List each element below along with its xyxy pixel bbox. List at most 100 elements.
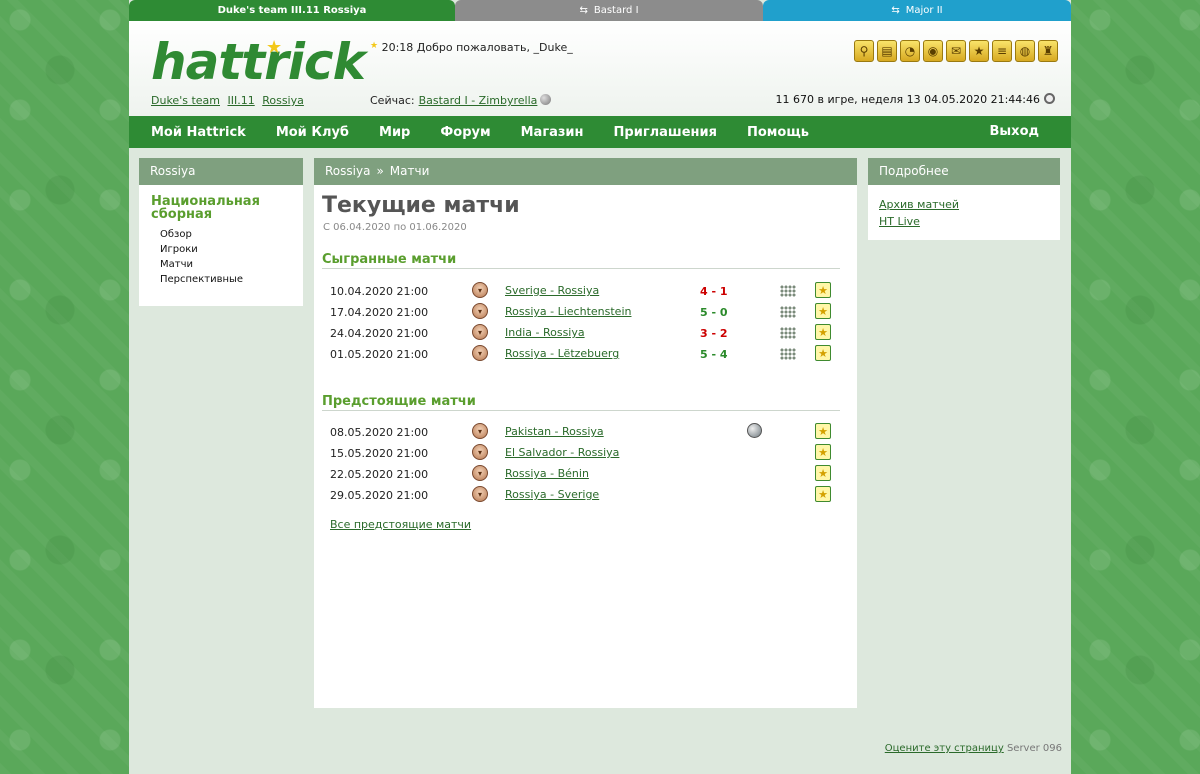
lineup-icon[interactable] bbox=[780, 327, 796, 339]
national-team-heading[interactable]: Национальная сборная bbox=[139, 185, 303, 221]
mail-icon[interactable]: ✉ bbox=[946, 40, 966, 62]
logo-star-icon: ★ bbox=[266, 37, 283, 58]
details-links: Архив матчей HT Live bbox=[868, 185, 1060, 230]
team-tab-label: Bastard I bbox=[593, 5, 639, 16]
highlight-icon[interactable]: ★ bbox=[815, 324, 831, 340]
played-match-row: 24.04.2020 21:00 ▾ India - Rossiya 3 - 2… bbox=[314, 323, 857, 344]
highlight-icon[interactable]: ★ bbox=[815, 444, 831, 460]
medal-icon[interactable]: ◉ bbox=[923, 40, 943, 62]
all-upcoming-link[interactable]: Все предстоящие матчи bbox=[330, 518, 471, 531]
match-link[interactable]: India - Rossiya bbox=[505, 326, 585, 339]
nav-my-hattrick[interactable]: Мой Hattrick bbox=[151, 125, 246, 140]
played-match-row: 17.04.2020 21:00 ▾ Rossiya - Liechtenste… bbox=[314, 302, 857, 323]
header: hattrick ★ ★ 20:18 Добро пожаловать, _Du… bbox=[129, 21, 1071, 116]
page-frame: Duke's team III.11 Rossiya ⇆ Bastard I ⇆ M… bbox=[129, 0, 1071, 774]
clock-icon bbox=[1044, 93, 1055, 104]
status-text: 11 670 в игре, неделя 13 04.05.2020 21:4… bbox=[775, 93, 1041, 106]
match-link[interactable]: Sverige - Rossiya bbox=[505, 284, 599, 297]
match-date: 10.04.2020 21:00 bbox=[330, 285, 429, 298]
match-score[interactable]: 5 - 0 bbox=[700, 306, 728, 319]
lineup-icon[interactable] bbox=[780, 285, 796, 297]
live-globe-icon[interactable] bbox=[747, 423, 762, 438]
notes-icon[interactable]: ≡ bbox=[992, 40, 1012, 62]
match-link[interactable]: El Salvador - Rossiya bbox=[505, 446, 619, 459]
status-line: 11 670 в игре, неделя 13 04.05.2020 21:4… bbox=[775, 93, 1055, 106]
team-tab-major[interactable]: ⇆ Major II bbox=[763, 0, 1071, 21]
nav-forum[interactable]: Форум bbox=[440, 125, 490, 140]
nav-world[interactable]: Мир bbox=[379, 125, 410, 140]
lineup-icon[interactable] bbox=[780, 306, 796, 318]
search-icon[interactable]: ⚲ bbox=[854, 40, 874, 62]
nav-my-club[interactable]: Мой Клуб bbox=[276, 125, 349, 140]
cup-icon: ▾ bbox=[472, 423, 488, 439]
match-date: 29.05.2020 21:00 bbox=[330, 489, 429, 502]
team-tab-dukes-team[interactable]: Duke's team III.11 Rossiya bbox=[129, 0, 455, 21]
match-score[interactable]: 3 - 2 bbox=[700, 327, 728, 340]
whistle-icon[interactable]: ◔ bbox=[900, 40, 920, 62]
nav-shop[interactable]: Магазин bbox=[521, 125, 584, 140]
left-sidebar: Rossiya Национальная сборная Обзор Игрок… bbox=[139, 158, 303, 306]
nav-help[interactable]: Помощь bbox=[747, 125, 809, 140]
lineup-icon[interactable] bbox=[780, 348, 796, 360]
match-date: 08.05.2020 21:00 bbox=[330, 426, 429, 439]
highlight-icon[interactable]: ★ bbox=[815, 423, 831, 439]
highlight-icon[interactable]: ★ bbox=[815, 465, 831, 481]
spy-icon[interactable]: ♜ bbox=[1038, 40, 1058, 62]
sidebar-item-players[interactable]: Игроки bbox=[160, 242, 303, 257]
cup-icon: ▾ bbox=[472, 324, 488, 340]
league-link[interactable]: III.11 bbox=[227, 94, 254, 107]
highlight-icon[interactable]: ★ bbox=[815, 282, 831, 298]
team-tab-label: Major II bbox=[905, 5, 943, 16]
cup-icon: ▾ bbox=[472, 444, 488, 460]
team-tab-bastard[interactable]: ⇆ Bastard I bbox=[455, 0, 763, 21]
sidebar-item-prospects[interactable]: Перспективные bbox=[160, 272, 303, 287]
cup-icon: ▾ bbox=[472, 345, 488, 361]
match-score[interactable]: 5 - 4 bbox=[700, 348, 728, 361]
team-link[interactable]: Duke's team bbox=[151, 94, 220, 107]
trophy-icon[interactable]: ◍ bbox=[1015, 40, 1035, 62]
cup-icon: ▾ bbox=[472, 303, 488, 319]
sidebar-item-overview[interactable]: Обзор bbox=[160, 227, 303, 242]
match-date: 24.04.2020 21:00 bbox=[330, 327, 429, 340]
nav-invitations[interactable]: Приглашения bbox=[614, 125, 717, 140]
match-link[interactable]: Rossiya - Bénin bbox=[505, 467, 589, 480]
main-nav: Мой Hattrick Мой Клуб Мир Форум Магазин … bbox=[129, 116, 1071, 148]
highlight-icon[interactable]: ★ bbox=[815, 486, 831, 502]
star-note-icon[interactable]: ★ bbox=[969, 40, 989, 62]
sidebar-item-matches[interactable]: Матчи bbox=[160, 257, 303, 272]
country-link[interactable]: Rossiya bbox=[262, 94, 304, 107]
match-date: 15.05.2020 21:00 bbox=[330, 447, 429, 460]
logout-button[interactable]: Выход bbox=[990, 124, 1039, 139]
right-sidebar-title: Подробнее bbox=[868, 158, 1060, 185]
breadcrumb-country[interactable]: Rossiya bbox=[325, 164, 370, 178]
star-icon: ★ bbox=[370, 41, 379, 51]
now-match-link[interactable]: Bastard I - Zimbyrella bbox=[419, 94, 538, 107]
sidebar-menu: Обзор Игроки Матчи Перспективные bbox=[160, 227, 303, 287]
hattrick-logo[interactable]: hattrick bbox=[151, 37, 366, 87]
toolbar: ⚲ ▤ ◔ ◉ ✉ ★ ≡ ◍ ♜ bbox=[854, 40, 1058, 62]
cup-icon: ▾ bbox=[472, 486, 488, 502]
match-link[interactable]: Pakistan - Rossiya bbox=[505, 425, 604, 438]
match-date: 01.05.2020 21:00 bbox=[330, 348, 429, 361]
match-link[interactable]: Rossiya - Sverige bbox=[505, 488, 599, 501]
ht-live-link[interactable]: HT Live bbox=[879, 213, 1060, 230]
highlight-icon[interactable]: ★ bbox=[815, 303, 831, 319]
match-archive-link[interactable]: Архив матчей bbox=[879, 196, 1060, 213]
cup-icon: ▾ bbox=[472, 465, 488, 481]
globe-icon[interactable] bbox=[540, 94, 552, 105]
match-date: 22.05.2020 21:00 bbox=[330, 468, 429, 481]
match-link[interactable]: Rossiya - Lëtzebuerg bbox=[505, 347, 619, 360]
match-score[interactable]: 4 - 1 bbox=[700, 285, 728, 298]
welcome-text: 20:18 Добро пожаловать, _Duke_ bbox=[381, 41, 573, 54]
upcoming-match-row: 22.05.2020 21:00 ▾ Rossiya - Bénin ★ bbox=[314, 464, 857, 485]
upcoming-match-row: 29.05.2020 21:00 ▾ Rossiya - Sverige ★ bbox=[314, 485, 857, 506]
played-matches-heading: Сыгранные матчи bbox=[322, 252, 840, 269]
team-tabs: Duke's team III.11 Rossiya ⇆ Bastard I ⇆ M… bbox=[129, 0, 1071, 21]
ticket-icon[interactable]: ▤ bbox=[877, 40, 897, 62]
breadcrumb: Rossiya » Матчи bbox=[314, 158, 857, 185]
rate-page-link[interactable]: Оцените эту страницу bbox=[885, 743, 1004, 754]
match-link[interactable]: Rossiya - Liechtenstein bbox=[505, 305, 631, 318]
highlight-icon[interactable]: ★ bbox=[815, 345, 831, 361]
team-breadcrumb: Duke's team III.11 Rossiya bbox=[151, 94, 308, 107]
page-title: Текущие матчи bbox=[322, 193, 520, 218]
